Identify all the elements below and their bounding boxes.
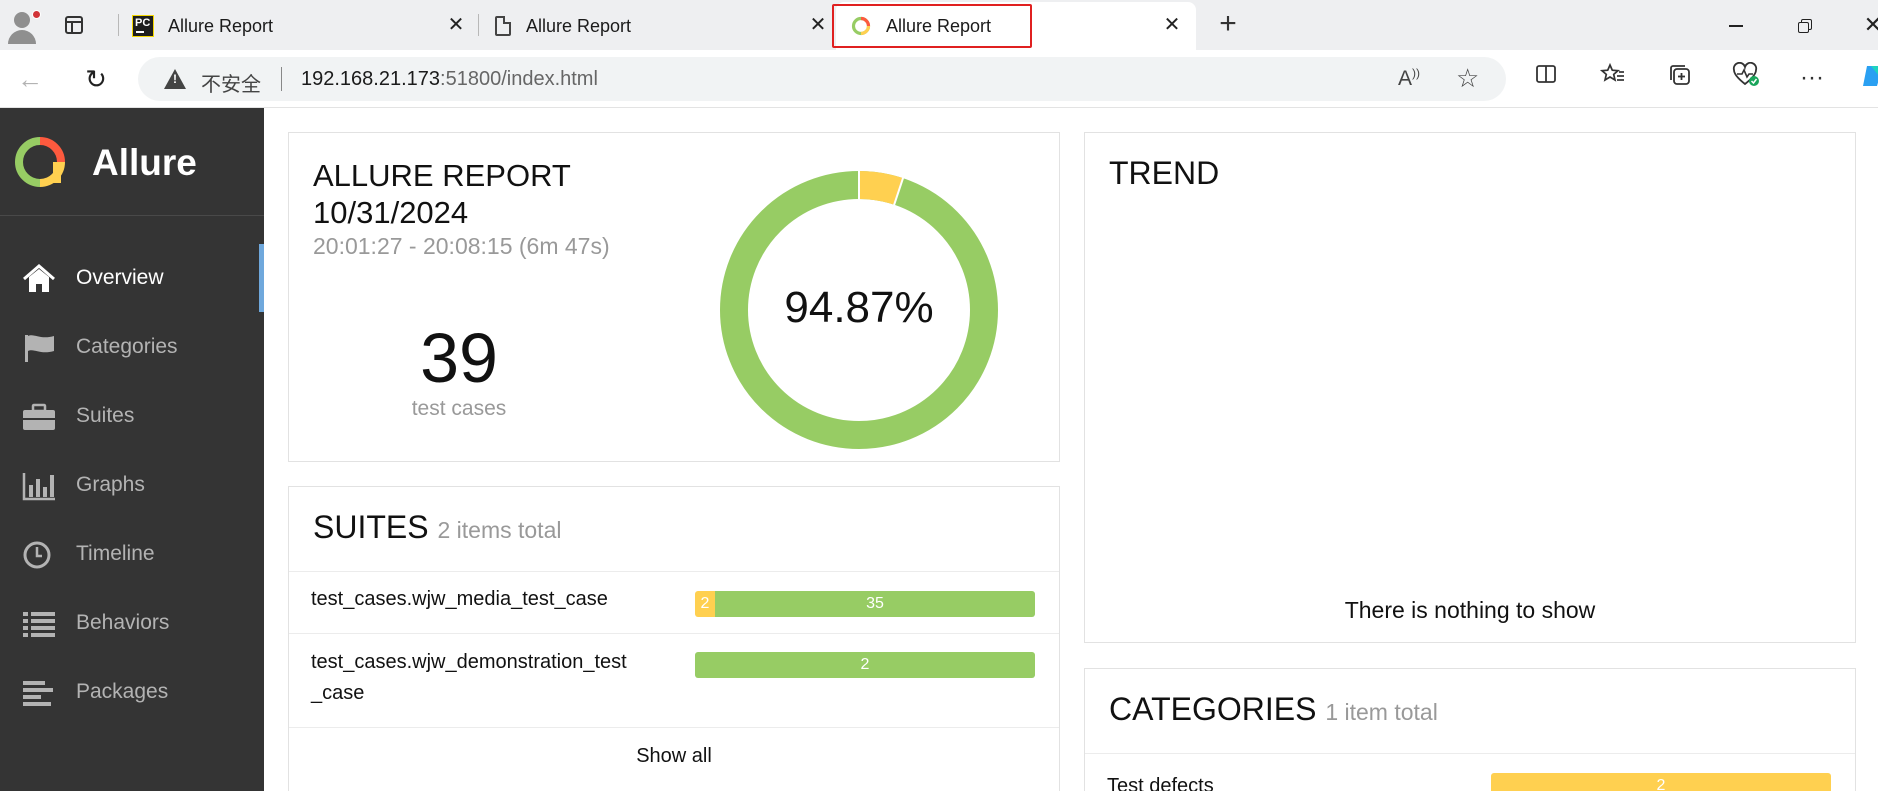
category-name[interactable]: Test defects [1107,775,1214,791]
trend-widget: TREND There is nothing to show [1084,132,1856,643]
suites-title-text: SUITES [313,509,429,545]
new-tab-button[interactable]: + [1213,9,1243,40]
passed-segment[interactable]: 2 [695,652,1035,678]
align-left-icon [23,681,53,706]
profile-icon[interactable] [4,8,41,44]
sidebar-item-timeline[interactable]: Timeline [0,520,264,588]
passed-segment[interactable]: 35 [715,591,1035,617]
sidebar-item-label: Behaviors [76,611,170,634]
back-arrow-icon[interactable]: ← [14,63,46,95]
suite-name: test_cases.wjw_media_test_case [311,588,608,610]
close-tab-icon[interactable]: ✕ [446,14,466,36]
sidebar-item-label: Categories [76,335,178,358]
copilot-icon[interactable] [1858,62,1878,94]
trend-empty-message: There is nothing to show [1344,597,1596,623]
browser-tab-bar: PC Allure Report ✕ Allure Report ✕ Allur… [0,0,1878,50]
minimize-button[interactable] [1720,10,1750,40]
category-count-bar[interactable]: 2 [1491,773,1831,791]
show-all-link[interactable]: Show all [289,745,1059,768]
list-icon [23,612,55,637]
browser-essentials-icon[interactable] [1730,61,1762,94]
bar-chart-icon [22,473,55,501]
success-rate-value: 94.87% [784,283,934,332]
close-window-button[interactable]: ✕ [1858,10,1878,40]
pycharm-icon: PC [132,15,154,37]
suite-row[interactable]: test_cases.wjw_media_test_case 2 35 [289,571,1059,633]
sidebar-item-graphs[interactable]: Graphs [0,451,264,519]
more-options-icon[interactable]: ··· [1796,62,1828,94]
report-title: ALLURE REPORT [313,158,571,193]
brand-name: Allure [92,142,197,183]
allure-logo [15,137,65,187]
report-time-range: 20:01:27 - 20:08:15 (6m 47s) [313,233,610,259]
sidebar-item-behaviors[interactable]: Behaviors [0,589,264,657]
briefcase-icon [23,403,55,430]
sidebar-item-overview[interactable]: Overview [0,244,264,312]
collections-icon[interactable] [1664,62,1696,94]
tab-title: Allure Report [168,16,274,36]
url-text: 192.168.21.173:51800/index.html [301,68,598,91]
browser-address-bar: ← ↻ ! 不安全 192.168.21.173:51800/index.htm… [0,50,1878,108]
suites-widget: SUITES 2 items total test_cases.wjw_medi… [288,486,1060,791]
sidebar-item-label: Packages [76,680,169,703]
tab-separator [118,14,119,36]
trend-title: TREND [1109,155,1220,191]
browser-tab-2[interactable]: Allure Report ✕ [480,2,832,50]
sidebar-item-packages[interactable]: Packages [0,658,264,726]
allure-icon [851,16,871,36]
split-screen-icon[interactable] [1530,62,1562,94]
brand-header[interactable]: Allure [0,108,264,216]
favorites-icon[interactable] [1597,62,1629,94]
sidebar-item-label: Suites [76,404,135,427]
suites-subtitle: 2 items total [437,517,562,543]
tab-title: Allure Report [526,16,632,36]
suite-row[interactable]: test_cases.wjw_demonstration_test _case … [289,633,1059,727]
sidebar-item-suites[interactable]: Suites [0,382,264,450]
flag-icon [25,335,54,362]
suite-status-bar[interactable]: 2 [695,652,1035,678]
suite-name: test_cases.wjw_demonstration_test _case [311,651,627,704]
url-path: :51800/index.html [440,68,598,90]
read-aloud-icon[interactable]: A)) [1398,66,1420,91]
categories-widget: CATEGORIES 1 item total Test defects 2 [1084,668,1856,791]
clock-icon [23,541,51,569]
allure-sidebar: Allure Overview Categories Suites Graphs… [0,108,264,791]
warning-icon: ! [164,69,186,89]
close-tab-icon[interactable]: ✕ [808,14,828,36]
url-input[interactable]: ! 不安全 192.168.21.173:51800/index.html A)… [138,57,1506,101]
category-divider [1085,753,1855,754]
suites-title: SUITES 2 items total [313,509,561,546]
categories-title-text: CATEGORIES [1109,691,1317,727]
broken-segment[interactable]: 2 [695,591,715,617]
summary-widget: ALLURE REPORT 10/31/2024 20:01:27 - 20:0… [288,132,1060,462]
refresh-icon[interactable]: ↻ [80,63,112,95]
favorite-star-icon[interactable]: ☆ [1456,63,1479,94]
browser-tab-3-active[interactable]: Allure Report ✕ [836,2,1196,50]
security-status-label: 不安全 [201,74,261,96]
tab-actions-icon[interactable] [62,13,86,37]
sidebar-item-label: Graphs [76,473,145,496]
close-tab-icon[interactable]: ✕ [1162,14,1182,36]
suite-status-bar[interactable]: 2 35 [695,591,1035,617]
test-cases-count: 39 [420,319,498,397]
sidebar-item-label: Timeline [76,542,155,565]
sidebar-item-categories[interactable]: Categories [0,313,264,381]
tab-title: Allure Report [886,16,992,36]
restore-button[interactable] [1790,10,1820,40]
browser-tab-1[interactable]: PC Allure Report ✕ [120,2,472,50]
test-cases-label: test cases [411,397,507,420]
url-host: 192.168.21.173 [301,68,441,90]
sidebar-item-label: Overview [76,266,164,289]
report-date: 10/31/2024 [313,195,469,230]
page-icon [495,16,511,36]
tab-separator [478,14,479,36]
categories-subtitle: 1 item total [1325,699,1438,725]
report-content: ALLURE REPORT 10/31/2024 20:01:27 - 20:0… [264,108,1878,791]
omnibox-divider [281,67,282,91]
home-icon [23,264,55,292]
categories-title: CATEGORIES 1 item total [1109,691,1438,728]
